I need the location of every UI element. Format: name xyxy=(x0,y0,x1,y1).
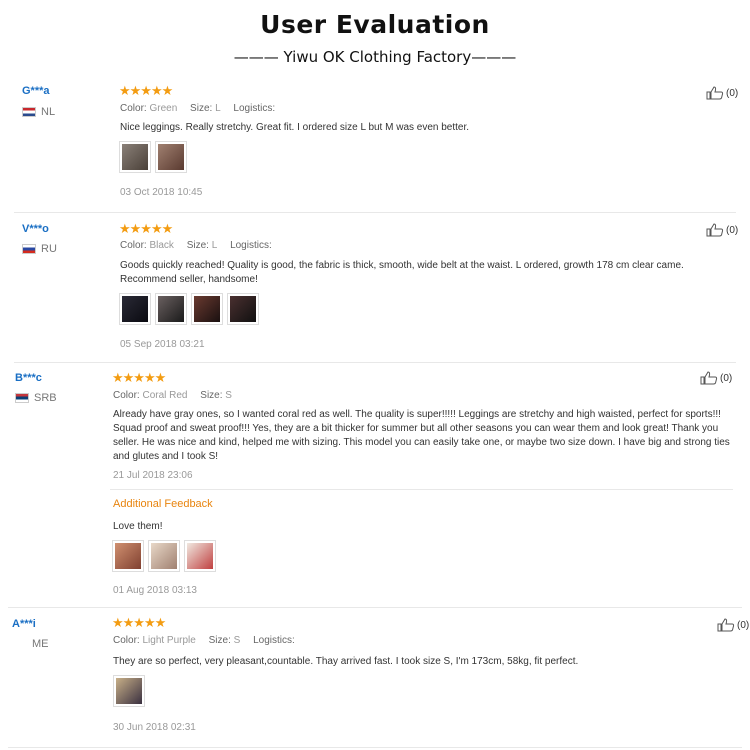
review-images xyxy=(112,540,216,572)
review-date: 30 Jun 2018 02:31 xyxy=(113,722,196,733)
color-label: Color: xyxy=(120,103,147,114)
review-images xyxy=(119,141,187,173)
review-date: 05 Sep 2018 03:21 xyxy=(120,339,205,350)
like-button[interactable]: (0) xyxy=(706,223,738,237)
reviewer-name[interactable]: A***i xyxy=(12,618,36,630)
review-image[interactable] xyxy=(119,141,151,173)
feedback-divider xyxy=(110,489,733,490)
additional-feedback-date: 01 Aug 2018 03:13 xyxy=(113,585,197,596)
review-item: A***i ME ★★★★★ Color: Light Purple Size:… xyxy=(0,608,750,748)
review-image[interactable] xyxy=(119,293,151,325)
like-count: (0) xyxy=(737,619,750,631)
review-image[interactable] xyxy=(148,540,180,572)
like-count: (0) xyxy=(726,87,739,99)
logistics-label: Logistics: xyxy=(230,240,272,251)
reviewer-country: ME xyxy=(32,638,49,650)
review-date: 21 Jul 2018 23:06 xyxy=(113,470,193,481)
additional-feedback-title: Additional Feedback xyxy=(113,498,213,510)
flag-icon xyxy=(15,393,29,403)
like-count: (0) xyxy=(720,372,733,384)
color-label: Color: xyxy=(113,635,140,646)
review-text: Goods quickly reached! Quality is good, … xyxy=(120,260,684,285)
country-code: RU xyxy=(41,243,57,255)
review-image[interactable] xyxy=(113,675,145,707)
country-code: ME xyxy=(32,638,49,650)
reviewer-name[interactable]: V***o xyxy=(22,223,49,235)
thumbs-up-icon xyxy=(706,86,724,100)
color-label: Color: xyxy=(113,390,140,401)
size-label: Size: xyxy=(186,240,209,251)
reviewer-country: SRB xyxy=(15,392,57,404)
thumbs-up-icon xyxy=(700,371,718,385)
review-meta: Color: Light Purple Size: S Logistics: xyxy=(113,635,295,646)
review-image[interactable] xyxy=(112,540,144,572)
logistics-label: Logistics: xyxy=(253,635,295,646)
star-rating: ★★★★★ xyxy=(112,370,166,385)
page-subtitle: ——— Yiwu OK Clothing Factory——— xyxy=(233,48,517,66)
color-value: Coral Red xyxy=(142,390,188,401)
review-item: V***o RU ★★★★★ Color: Black Size: L Logi… xyxy=(0,213,750,363)
review-images xyxy=(113,675,145,707)
review-item: G***a NL ★★★★★ Color: Green Size: L Logi… xyxy=(0,78,750,213)
like-button[interactable]: (0) xyxy=(706,86,738,100)
review-meta: Color: Green Size: L Logistics: xyxy=(120,103,275,114)
review-image[interactable] xyxy=(184,540,216,572)
review-item: B***c SRB ★★★★★ Color: Coral Red Size: S… xyxy=(0,363,750,608)
like-button[interactable]: (0) xyxy=(700,371,732,385)
star-rating: ★★★★★ xyxy=(112,615,166,630)
country-code: NL xyxy=(41,106,56,118)
star-rating: ★★★★★ xyxy=(119,221,173,236)
review-divider xyxy=(8,747,742,748)
star-rating: ★★★★★ xyxy=(119,83,173,98)
reviewer-country: RU xyxy=(22,243,57,255)
like-button[interactable]: (0) xyxy=(717,618,749,632)
review-image[interactable] xyxy=(155,141,187,173)
size-label: Size: xyxy=(200,390,223,401)
size-value: L xyxy=(211,240,218,251)
additional-feedback-text: Love them! xyxy=(113,521,163,532)
size-value: S xyxy=(225,390,232,401)
size-label: Size: xyxy=(190,103,213,114)
color-value: Light Purple xyxy=(142,635,196,646)
review-meta: Color: Coral Red Size: S xyxy=(113,390,232,401)
size-value: S xyxy=(233,635,241,646)
review-image[interactable] xyxy=(155,293,187,325)
review-text: Already have gray ones, so I wanted cora… xyxy=(113,409,730,462)
thumbs-up-icon xyxy=(706,223,724,237)
country-code: SRB xyxy=(34,392,57,404)
review-text: They are so perfect, very pleasant,count… xyxy=(113,656,579,667)
review-image[interactable] xyxy=(227,293,259,325)
reviewer-name[interactable]: B***c xyxy=(15,372,42,384)
size-value: L xyxy=(215,103,221,114)
flag-icon xyxy=(22,107,36,117)
flag-icon xyxy=(22,244,36,254)
color-value: Black xyxy=(149,240,174,251)
review-images xyxy=(119,293,259,325)
review-meta: Color: Black Size: L Logistics: xyxy=(120,240,272,251)
reviewer-name[interactable]: G***a xyxy=(22,85,50,97)
review-image[interactable] xyxy=(191,293,223,325)
page-title: User Evaluation xyxy=(260,10,490,39)
color-value: Green xyxy=(149,103,178,114)
like-count: (0) xyxy=(726,224,739,236)
color-label: Color: xyxy=(120,240,147,251)
logistics-label: Logistics: xyxy=(233,103,276,114)
reviewer-country: NL xyxy=(22,106,55,118)
review-date: 03 Oct 2018 10:45 xyxy=(120,187,203,198)
thumbs-up-icon xyxy=(717,618,735,632)
size-label: Size: xyxy=(208,635,231,646)
review-text: Nice leggings. Really stretchy. Great fi… xyxy=(120,122,470,133)
